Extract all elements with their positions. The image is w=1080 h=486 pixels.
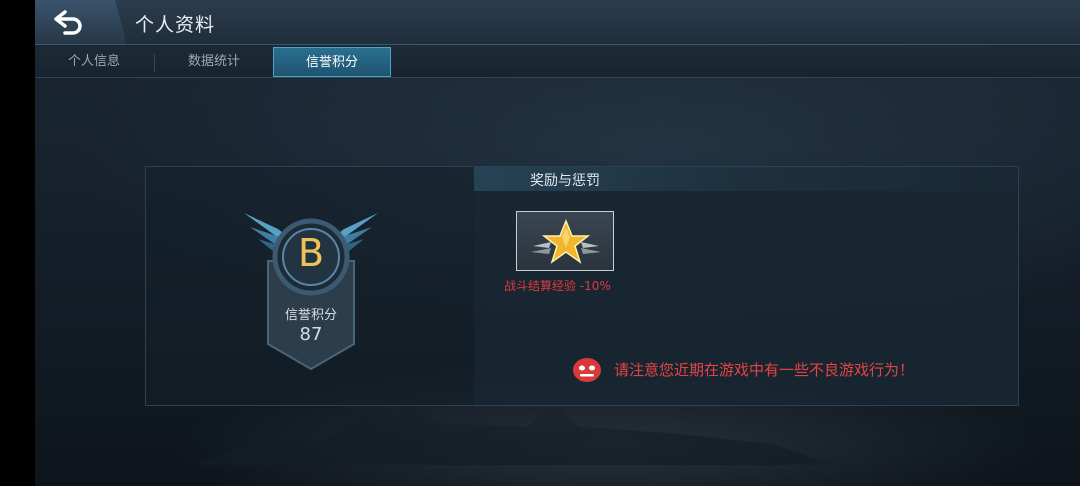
- behavior-warning-text: 请注意您近期在游戏中有一些不良游戏行为！: [614, 361, 915, 379]
- gold-star-icon: [531, 218, 601, 264]
- angry-face-icon: [573, 358, 601, 382]
- tab-credit-score[interactable]: 信誉积分: [273, 47, 391, 77]
- header-bar: 个人资料: [35, 0, 1080, 45]
- game-screen: 个人资料 个人信息 数据统计 信誉积分 B 信誉积分 87 奖励与惩罚 战斗结算…: [35, 0, 1080, 486]
- back-arrow-icon: [54, 10, 82, 35]
- credit-score-value: 87: [299, 324, 323, 345]
- rewards-pane: 奖励与惩罚 战斗结算经验 -10% 请注意您近期在游戏中有一些不良游戏行为！: [474, 167, 1018, 405]
- section-title: 奖励与惩罚: [530, 173, 600, 189]
- tab-bar: 个人信息 数据统计 信誉积分: [35, 47, 1080, 78]
- credit-badge-pane: B 信誉积分 87: [146, 167, 474, 405]
- tab-personal-info[interactable]: 个人信息: [35, 47, 153, 77]
- credit-grade: B: [297, 231, 325, 275]
- page-title: 个人资料: [135, 14, 216, 36]
- back-button[interactable]: [35, 0, 125, 44]
- credit-panel: B 信誉积分 87 奖励与惩罚 战斗结算经验 -10% 请注意您近期在游戏中有一…: [145, 166, 1019, 406]
- section-header: 奖励与惩罚: [474, 167, 1018, 191]
- reward-effect-text: 战斗结算经验 -10%: [504, 279, 611, 293]
- reward-item[interactable]: [516, 211, 614, 271]
- tab-statistics[interactable]: 数据统计: [155, 47, 273, 77]
- credit-score-label: 信誉积分: [284, 308, 337, 323]
